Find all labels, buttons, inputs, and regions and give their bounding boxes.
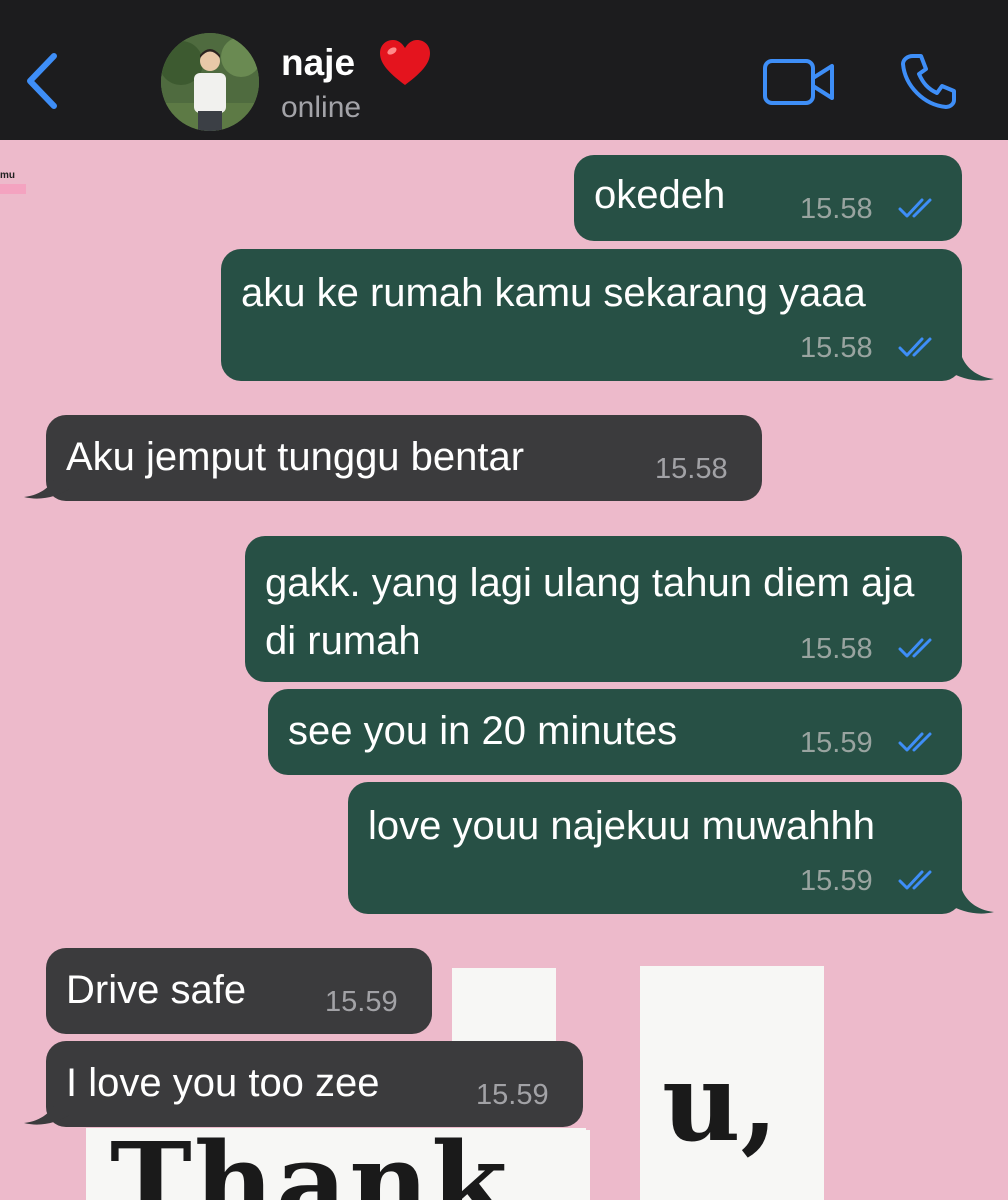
read-receipt-icon [898,732,932,752]
read-receipt-icon [898,337,932,357]
message-bubble-outgoing[interactable]: love youu najekuu muwahhh 15.59 [348,782,962,914]
message-bubble-outgoing[interactable]: aku ke rumah kamu sekarang yaaa 15.58 [221,249,962,381]
read-receipt-icon [898,870,932,890]
phone-call-button[interactable] [898,52,958,110]
contact-name[interactable]: naje [281,42,355,84]
message-time: 15.58 [655,453,728,485]
read-receipt-icon [898,198,932,218]
wallpaper-sticker-text: mu [0,170,15,181]
message-bubble-incoming[interactable]: I love you too zee 15.59 [46,1041,583,1127]
phone-call-icon [901,54,956,109]
wallpaper-sticker: mu [0,170,34,204]
message-text: Drive safe [66,968,247,1012]
wallpaper-thank-text: Thank [110,1118,510,1200]
back-button[interactable] [20,48,70,114]
message-bubble-outgoing[interactable]: see you in 20 minutes 15.59 [268,689,962,775]
message-bubble-outgoing[interactable]: gakk. yang lagi ulang tahun diem aja di … [245,536,962,682]
video-call-icon [763,59,834,105]
message-time: 15.59 [325,986,398,1018]
back-chevron-icon [27,53,57,109]
message-bubble-incoming[interactable]: Drive safe 15.59 [46,948,432,1034]
read-receipt-icon [898,638,932,658]
chat-header: naje online [0,0,1008,140]
message-text: I love you too zee [66,1061,380,1105]
bubble-tail [948,357,994,381]
message-text: okedeh [594,173,726,217]
bubble-tail [24,1101,70,1125]
message-time: 15.59 [476,1079,549,1111]
message-text: aku ke rumah kamu sekarang yaaa [241,271,866,315]
video-call-button[interactable] [762,58,836,106]
message-time: 15.58 [800,193,873,225]
wallpaper-paper-center [452,968,556,1048]
bubble-tail [24,475,70,499]
message-bubble-incoming[interactable]: Aku jemput tunggu bentar 15.58 [46,415,762,501]
heart-icon [380,40,430,85]
message-text: Aku jemput tunggu bentar [66,435,525,479]
message-time: 15.59 [800,865,873,897]
message-time: 15.58 [800,633,873,665]
message-time: 15.59 [800,727,873,759]
chat-screen: mu Thank u, naje online okedeh 15.58 aku… [0,0,1008,1200]
contact-status: online [281,91,362,124]
bubble-tail [948,890,994,914]
message-text: love youu najekuu muwahhh [368,804,876,848]
message-bubble-outgoing[interactable]: okedeh 15.58 [574,155,962,241]
message-time: 15.58 [800,332,873,364]
message-text: see you in 20 minutes [288,709,678,753]
avatar[interactable] [161,33,259,131]
wallpaper-u-text: u, [662,1040,779,1166]
